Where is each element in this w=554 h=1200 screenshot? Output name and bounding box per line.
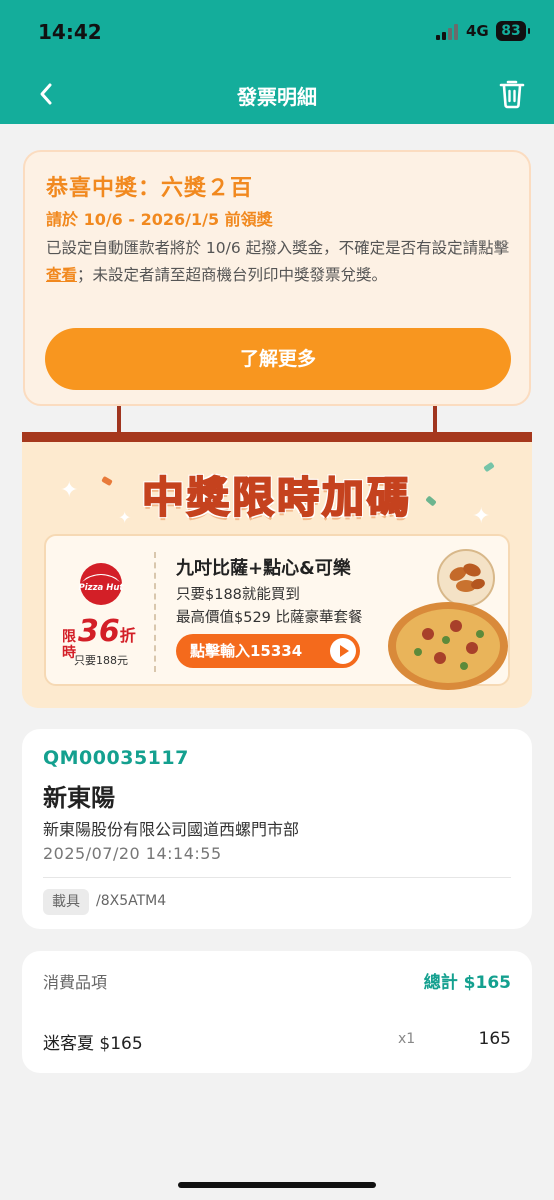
items-label: 消費品項: [43, 973, 108, 992]
prize-title: 恭喜中獎：六獎２百: [46, 176, 254, 201]
prize-desc-text-2: ；未設定者請至超商機台列印中獎發票兌獎。: [77, 266, 388, 284]
coupon-card: Pizza Hut 限時 36 折 只要188元 九吋比薩+點心&可樂 只要$1…: [44, 534, 510, 690]
item-price: 165: [478, 1029, 511, 1049]
battery-icon: 83: [496, 21, 530, 41]
divider: [43, 877, 511, 878]
learn-more-button[interactable]: 了解更多: [45, 328, 511, 390]
items-total: 總計 $165: [423, 973, 511, 993]
promo-banner[interactable]: ✦ ✦ ✦ 中獎限時加碼 Pizza Hut 限時 36 折 只要188元 九吋…: [22, 432, 532, 708]
item-name: 迷客夏 $165: [43, 1034, 143, 1054]
home-indicator: [178, 1182, 376, 1188]
network-type: 4G: [466, 22, 489, 40]
signal-icon: [436, 24, 458, 40]
item-quantity: x1: [398, 1031, 416, 1047]
carrier-value: /8X5ATM4: [96, 893, 167, 909]
store-name: 新東陽: [43, 784, 115, 812]
prize-card: 恭喜中獎：六獎２百 請於 10/6 - 2026/1/5 前領獎 已設定自動匯款…: [23, 150, 531, 406]
prize-desc-text: 已設定自動匯款者將於 10/6 起撥入獎金，不確定是否有設定請點擊: [46, 239, 510, 257]
delete-button[interactable]: [494, 76, 530, 112]
prize-description: 已設定自動匯款者將於 10/6 起撥入獎金，不確定是否有設定請點擊查看；未設定者…: [46, 235, 516, 289]
trash-icon: [499, 80, 525, 109]
status-time: 14:42: [38, 20, 102, 44]
items-card: 消費品項 總計 $165 迷客夏 $165 x1 165: [22, 951, 532, 1073]
invoice-datetime: 2025/07/20 14:14:55: [43, 844, 222, 863]
coupon-line-2: 最高價值$529 比薩豪華套餐: [176, 610, 363, 626]
app-header: 14:42 4G 83 發票明細: [0, 0, 554, 124]
pizza-hut-logo: Pizza Hut: [79, 563, 125, 605]
banner-top-bar: [22, 432, 532, 442]
invoice-info-card: QM00035117 新東陽 新東陽股份有限公司國道西螺門市部 2025/07/…: [22, 729, 532, 929]
enter-code-label: 點擊輸入15334: [190, 642, 303, 660]
company-name: 新東陽股份有限公司國道西螺門市部: [43, 820, 300, 839]
discount-unit: 折: [119, 626, 136, 645]
prize-deadline: 請於 10/6 - 2026/1/5 前領獎: [46, 210, 273, 229]
pizza-image: [388, 602, 508, 690]
discount-value: 36: [78, 614, 120, 649]
enter-code-button[interactable]: 點擊輸入15334: [176, 634, 360, 668]
invoice-number: QM00035117: [43, 747, 189, 769]
coupon-line-1: 只要$188就能買到: [176, 587, 300, 603]
only-price: 只要188元: [74, 654, 128, 667]
check-link[interactable]: 查看: [46, 266, 77, 284]
page-title: 發票明細: [237, 85, 317, 109]
carrier-tag: 載具: [43, 889, 89, 915]
coupon-divider: [154, 552, 156, 672]
pizza-hut-logo-text: Pizza Hut: [79, 583, 125, 593]
play-icon: [330, 638, 356, 664]
coupon-title: 九吋比薩+點心&可樂: [176, 558, 351, 579]
promo-headline: 中獎限時加碼: [141, 472, 412, 523]
